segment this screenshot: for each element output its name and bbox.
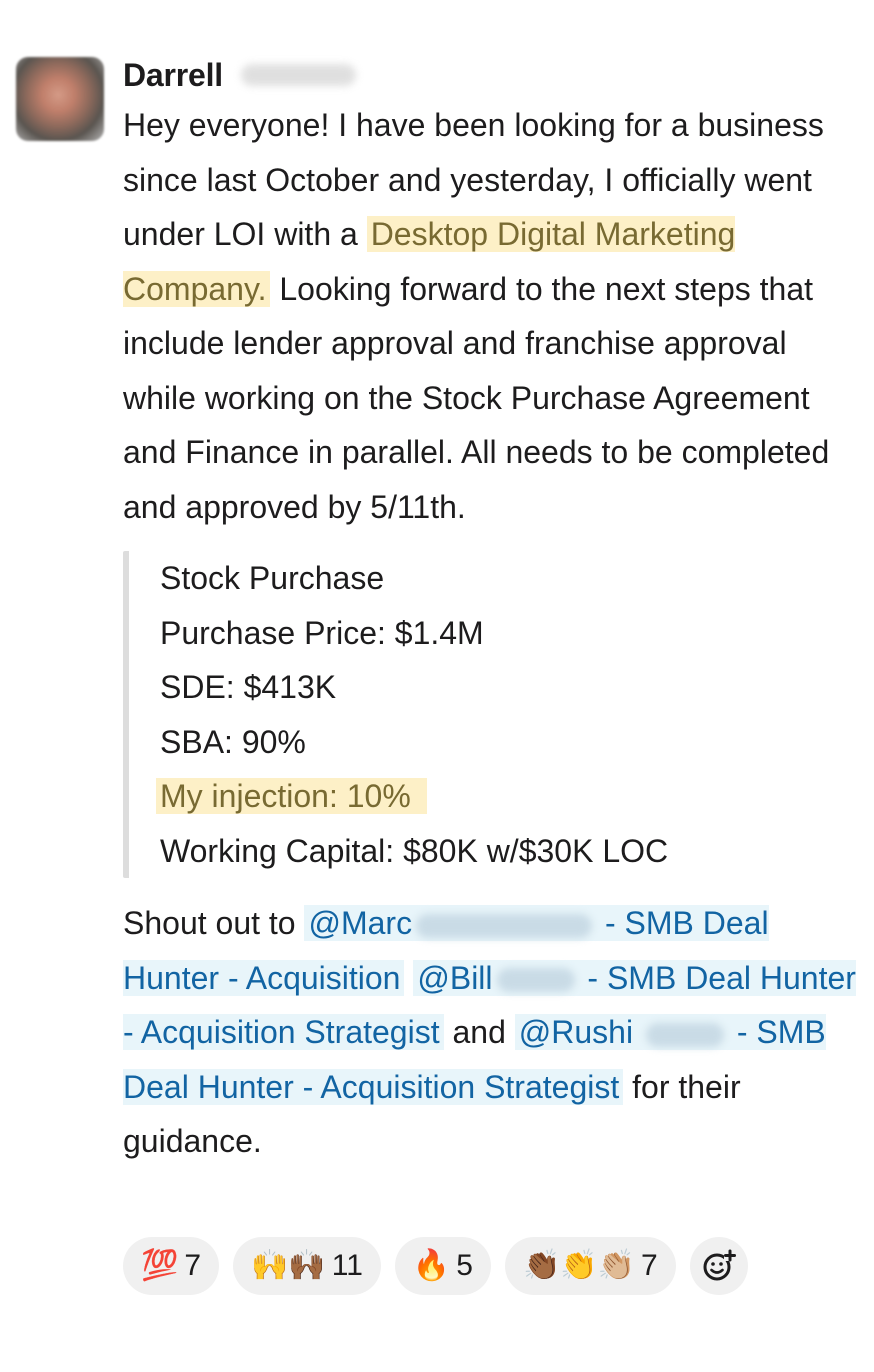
quote-block: Stock Purchase Purchase Price: $1.4M SDE… <box>123 551 868 878</box>
quote-line: SDE: $413K <box>160 669 337 705</box>
redacted-surname <box>645 1022 724 1047</box>
quote-line: Purchase Price: $1.4M <box>160 614 484 651</box>
quote-line-highlight: My injection: 10% <box>156 778 427 814</box>
raised-hands-icon: 🙌🙌🏾 <box>251 1249 326 1282</box>
reaction-count: 11 <box>331 1249 363 1282</box>
mention-name[interactable]: @Marc <box>308 905 412 941</box>
hundred-points-icon: 💯 <box>141 1249 179 1282</box>
reaction-count: 5 <box>456 1249 473 1282</box>
quote-line: Working Capital: $80K w/$30K LOC <box>160 832 669 869</box>
mention-name[interactable]: @Bill <box>417 960 492 996</box>
reaction-count: 7 <box>184 1249 202 1282</box>
add-reaction-icon <box>703 1249 736 1281</box>
fire-icon: 🔥 <box>412 1249 451 1282</box>
quote-line: SBA: 90% <box>160 723 306 760</box>
message-header: Darrell <box>123 52 868 98</box>
quote-line: Stock Purchase <box>160 560 385 596</box>
body-text-part2: Looking forward to the next steps that i… <box>123 270 830 525</box>
mention-name[interactable]: @Rushi <box>519 1014 633 1050</box>
shoutout-and: and <box>443 1014 515 1050</box>
reactions-bar: 💯 7 🙌🙌🏾 11 🔥 5 👏🏾👏👏🏼 7 <box>123 1237 748 1295</box>
message: Darrell Hey everyone! I have been lookin… <box>123 52 868 1169</box>
redacted-surname <box>496 968 575 993</box>
reaction-100[interactable]: 💯 7 <box>123 1237 220 1295</box>
avatar[interactable] <box>16 57 104 141</box>
sender-name[interactable]: Darrell <box>123 57 223 94</box>
reaction-count: 7 <box>641 1249 658 1282</box>
reaction-clap[interactable]: 👏🏾👏👏🏼 7 <box>504 1237 676 1295</box>
shoutout-prefix: Shout out to <box>123 905 305 941</box>
timestamp-redacted <box>241 64 356 86</box>
reaction-raised-hands[interactable]: 🙌🙌🏾 11 <box>233 1237 381 1295</box>
message-body: Hey everyone! I have been looking for a … <box>123 98 868 534</box>
add-reaction-button[interactable] <box>689 1237 748 1295</box>
shoutout-text: Shout out to @Marc - SMB Deal Hunter - A… <box>123 896 868 1169</box>
redacted-surname <box>416 913 593 938</box>
reaction-fire[interactable]: 🔥 5 <box>394 1237 491 1295</box>
clapping-hands-icon: 👏🏾👏👏🏼 <box>522 1249 636 1282</box>
